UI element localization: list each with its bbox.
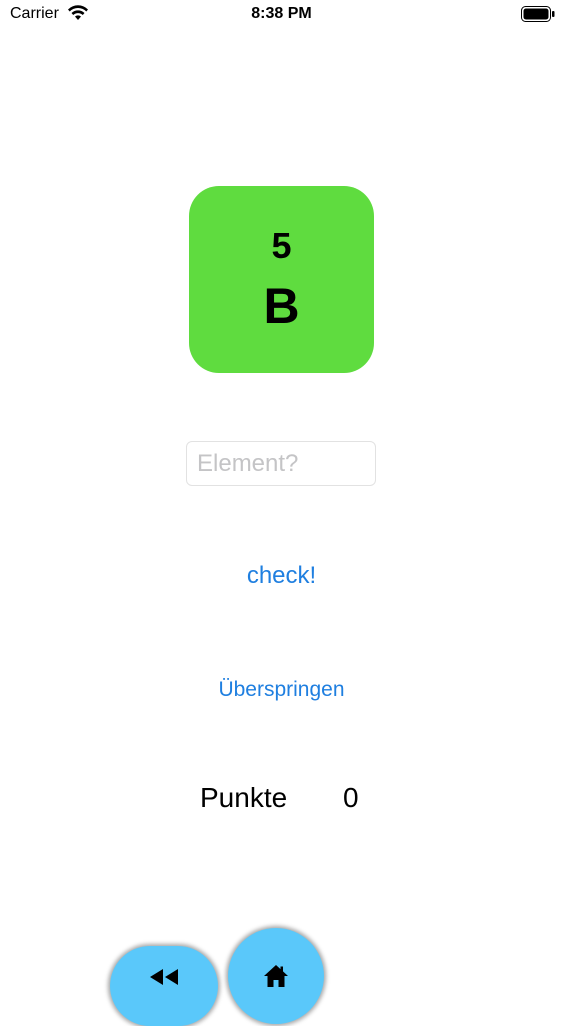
skip-button[interactable]: Überspringen [0,678,563,702]
battery-icon [521,6,555,22]
element-tile: 5 B [189,186,374,373]
element-input[interactable] [186,441,376,486]
check-button[interactable]: check! [0,562,563,590]
home-button[interactable] [228,928,324,1024]
atomic-number: 5 [271,225,292,266]
element-symbol: B [263,278,300,334]
rewind-icon [150,969,178,985]
clock: 8:38 PM [251,5,312,22]
score-label: Punkte [200,782,288,813]
score-value: 0 [343,782,359,813]
home-icon [264,965,288,987]
status-bar: Carrier 8:38 PM [0,0,563,30]
back-button[interactable] [110,946,218,1026]
